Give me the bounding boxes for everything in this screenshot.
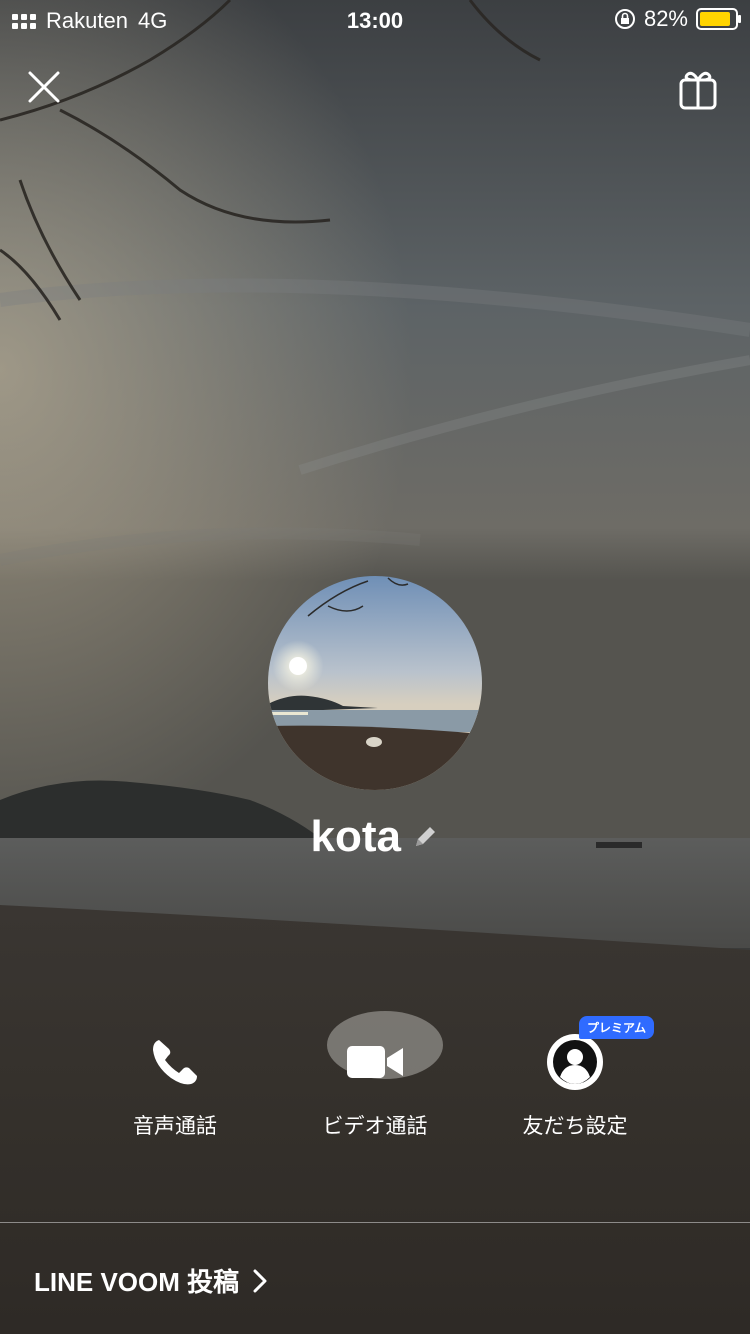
friend-settings-button[interactable]: プレミアム 友だち設定 <box>495 1016 655 1140</box>
video-call-button[interactable]: ビデオ通話 <box>295 1030 455 1140</box>
chevron-right-icon <box>253 1269 267 1292</box>
phone-icon <box>153 1040 197 1085</box>
video-camera-icon <box>347 1046 403 1078</box>
premium-badge: プレミアム <box>579 1016 655 1039</box>
battery-icon <box>696 8 741 30</box>
profile-avatar[interactable] <box>268 576 482 790</box>
profile-name: kota <box>310 812 402 861</box>
gift-button[interactable] <box>670 64 726 120</box>
voice-call-button[interactable]: 音声通話 <box>95 1030 255 1140</box>
line-voom-posts-link[interactable]: LINE VOOM 投稿 <box>34 1262 269 1299</box>
profile-name-row: kota <box>0 812 750 862</box>
battery-info: 82% <box>614 6 741 32</box>
edit-name-button[interactable] <box>411 823 439 851</box>
close-button[interactable] <box>16 60 72 116</box>
friend-settings-label: 友だち設定 <box>522 1115 628 1138</box>
voom-label: LINE VOOM 投稿 <box>34 1267 240 1297</box>
gift-icon <box>679 71 717 110</box>
video-call-label: ビデオ通話 <box>322 1115 428 1138</box>
close-icon <box>28 71 60 103</box>
voice-call-label: 音声通話 <box>133 1115 217 1138</box>
battery-percent: 82% <box>643 6 688 31</box>
rotation-lock-icon <box>614 9 635 29</box>
pencil-icon <box>416 827 436 846</box>
person-icon <box>547 1034 603 1090</box>
divider <box>0 1222 750 1223</box>
status-bar: Rakuten 4G 13:00 82% <box>0 0 750 40</box>
